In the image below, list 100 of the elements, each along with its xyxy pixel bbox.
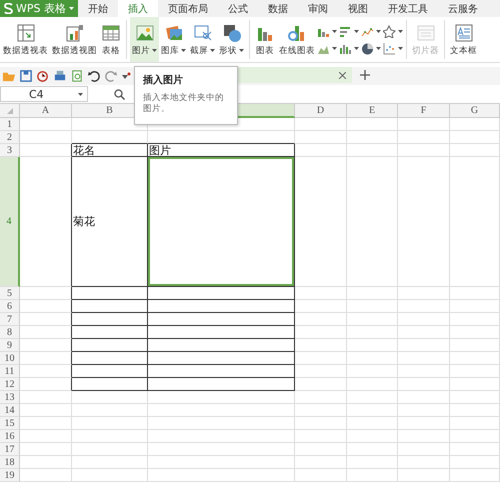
table-cell[interactable] [148,157,295,287]
dropdown-icon[interactable] [121,71,131,81]
menu-tab[interactable]: 数据 [258,0,298,17]
ribbon-button[interactable]: 文本框 [448,17,479,62]
column-header[interactable]: A [20,104,72,118]
caret-icon [354,46,359,50]
close-icon[interactable] [339,72,346,78]
caret-icon [239,49,244,52]
select-all-icon[interactable] [6,108,12,114]
table-cell[interactable]: 图片 [148,144,295,157]
row-header[interactable]: 6 [0,300,20,313]
grid-cell[interactable] [20,300,72,313]
ribbon-button[interactable]: 图表 [253,17,277,62]
picture-icon [134,22,154,42]
menu-tab[interactable]: 开始 [78,0,118,17]
table-cell[interactable]: 花名 [72,144,148,157]
table-icon [16,22,36,42]
grid-cell[interactable] [72,365,148,378]
caret-icon [398,30,403,32]
menu-tab[interactable]: 视图 [338,0,378,17]
grid-cell[interactable] [148,365,295,378]
row-header[interactable]: 12 [0,378,20,391]
menu-tab[interactable]: 开发工具 [378,0,438,17]
row-header[interactable]: 8 [0,326,20,339]
grid-cell[interactable] [20,378,72,391]
ribbon-button[interactable]: 数据透视图 [50,17,99,62]
chart-type-button[interactable] [361,42,381,54]
chart-type-button[interactable] [339,24,359,38]
name-box[interactable]: C4 [0,86,88,102]
column-header[interactable]: D [295,104,347,118]
ribbon-button[interactable]: 在线图表 [277,17,317,62]
column-header[interactable]: E [347,104,398,118]
add-tab-icon[interactable] [360,70,370,80]
menu-tab[interactable]: 审阅 [298,0,338,17]
caret-icon [376,46,381,50]
row-header[interactable]: 14 [0,404,20,417]
row-header[interactable]: 9 [0,339,20,352]
row-header[interactable]: 11 [0,365,20,378]
grid-cell[interactable] [148,287,295,300]
caret-icon [376,30,381,32]
caret-icon [332,30,337,32]
grid-cell[interactable] [72,378,148,391]
grid-cell[interactable] [20,157,72,287]
row-header[interactable]: 5 [0,287,20,300]
grid-cell[interactable] [148,352,295,365]
ribbon-button[interactable]: 图库 [159,17,188,62]
row-header[interactable]: 19 [0,469,20,482]
row-header[interactable]: 3 [0,144,20,157]
caret-icon [354,30,359,32]
undo-icon[interactable] [87,69,101,83]
grid-cell[interactable] [72,300,148,313]
ribbon-button[interactable]: 图片 [130,17,159,62]
menu-tab[interactable]: 公式 [218,0,258,17]
table-cell[interactable]: 菊花 [72,157,148,287]
row-header[interactable]: 10 [0,352,20,365]
grid-cell[interactable] [20,313,72,326]
row-header[interactable]: 15 [0,417,20,430]
grid-cell[interactable] [148,326,295,339]
grid-cell[interactable] [148,313,295,326]
grid-cell[interactable] [20,326,72,339]
row-header[interactable]: 1 [0,118,20,131]
caret-icon [398,46,403,50]
grid-cell[interactable] [20,144,72,157]
grid-cell[interactable] [72,313,148,326]
column-header[interactable]: G [450,104,500,118]
app-logo[interactable]: WPS 表格 [0,0,78,17]
grid-cell[interactable] [20,339,72,352]
clock-icon[interactable] [36,69,50,83]
search-icon[interactable] [114,88,125,100]
row-header[interactable]: 4 [0,157,20,287]
grid-cell[interactable] [20,287,72,300]
row-header[interactable]: 7 [0,313,20,326]
chart-type-button[interactable] [383,42,403,54]
row-header[interactable]: 18 [0,456,20,469]
grid-cell[interactable] [20,365,72,378]
grid-cell[interactable] [20,352,72,365]
print-icon[interactable] [53,69,67,83]
logo-icon [4,3,13,14]
grid-cell[interactable] [72,287,148,300]
menu-tab[interactable]: 页面布局 [158,0,218,17]
row-header[interactable]: 2 [0,131,20,144]
bar-chart-icon [339,24,352,38]
menu-tab[interactable]: 插入 [118,0,158,17]
grid-cell[interactable] [72,352,148,365]
ribbon-button[interactable]: 截屏 [188,17,217,62]
menu-tab[interactable]: 云服务 [438,0,488,17]
grid-cell[interactable] [72,326,148,339]
column-header[interactable]: F [398,104,450,118]
row-header[interactable]: 16 [0,430,20,443]
grid-cell[interactable] [72,339,148,352]
grid-cell[interactable] [148,300,295,313]
save-icon[interactable] [19,69,33,83]
chart-type-button[interactable] [383,24,403,38]
grid-cell[interactable] [148,339,295,352]
grid-cell[interactable] [148,378,295,391]
row-header[interactable]: 17 [0,443,20,456]
ribbon-button[interactable]: 形状 [217,17,246,62]
ribbon-button[interactable]: 表格 [99,17,123,62]
row-header[interactable]: 13 [0,391,20,404]
ribbon-button[interactable]: 数据透视表 [1,17,50,62]
